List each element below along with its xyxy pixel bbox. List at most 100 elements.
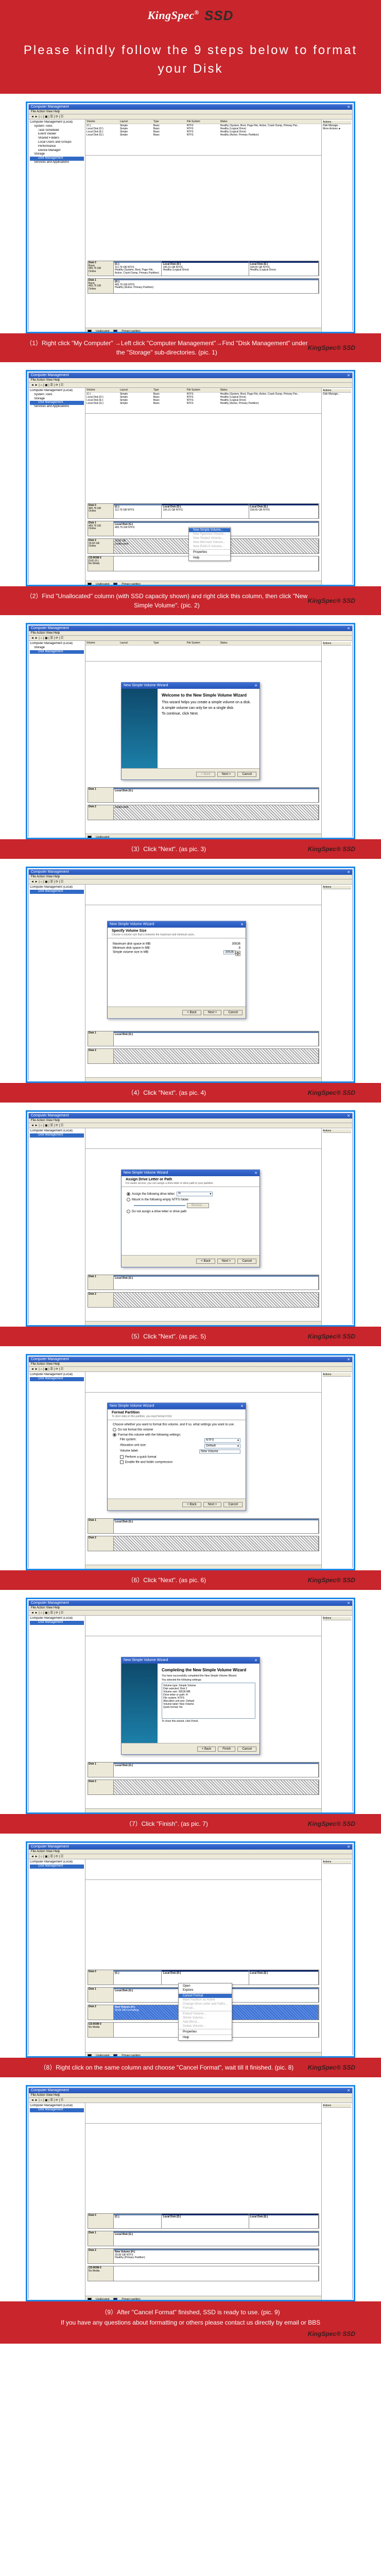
tree-task-scheduler[interactable]: Task Scheduler [30,129,84,133]
next-button[interactable]: Next > [217,1259,236,1264]
close-icon[interactable]: ✕ [347,374,350,378]
screenshot-7: Computer Management✕ File Action View He… [26,1598,355,1814]
back-button[interactable]: < Back [196,1259,215,1264]
window-toolbar[interactable]: ◄ ► | ⌂ | ▣ | ☰ | ⟳ | ☷ [29,114,352,120]
screenshot-8: Computer Management✕ File Action View He… [26,1841,355,2058]
col-fs[interactable]: File System [187,120,220,123]
next-button[interactable]: Next > [203,1010,222,1015]
vl-cell[interactable]: Local Disk (G:) [86,133,120,137]
cancel-button[interactable]: Cancel [237,1259,256,1264]
screenshot-9: Computer Management✕ File Action View He… [26,2085,355,2301]
wizard-sidebar-image [122,1664,158,1743]
volume-label-input[interactable]: New Volume [199,1450,240,1454]
window-titlebar: Computer Management ✕ [29,105,352,110]
tree-storage[interactable]: Storage [30,152,84,157]
footer-contact: If you have any questions about formatti… [15,2319,366,2326]
radio-assign-letter[interactable] [127,1192,130,1196]
tree-root[interactable]: Computer Management (Local) [30,121,84,125]
caption-1: （1）Right click "My Computer" →Left click… [0,333,381,362]
context-menu[interactable]: Open Explore Cancel Format Mark Partitio… [178,1983,232,2041]
next-button[interactable]: Next > [217,772,236,777]
filesystem-select[interactable]: NTFS▾ [204,1438,240,1443]
next-button[interactable]: Next > [203,1502,222,1507]
close-icon[interactable]: ✕ [347,1845,350,1849]
close-icon[interactable]: ✕ [254,684,257,688]
screenshot-4: Computer Management✕ File Action View He… [26,867,355,1083]
close-icon[interactable]: ✕ [347,2089,350,2093]
window-menu[interactable]: File Action View Help [29,110,352,114]
tree-system-tools[interactable]: System Tools [30,125,84,129]
spin-down-icon[interactable]: ▼ [235,954,240,956]
back-button[interactable]: < Back [182,1010,201,1015]
close-icon[interactable]: ✕ [240,923,244,927]
chevron-down-icon: ▾ [237,1439,239,1443]
screenshot-3: Computer Management✕ File Action View He… [26,623,355,839]
close-icon[interactable]: ✕ [254,1658,257,1663]
tree-event-viewer[interactable]: Event Viewer [30,132,84,137]
wizard-size: New Simple Volume Wizard✕ Specify Volume… [107,921,246,1019]
ctx-new-simple-volume[interactable]: New Simple Volume... [189,528,230,532]
footer: （9）After "Cancel Format" finished, SSD i… [0,2301,381,2344]
screenshot-5: Computer Management✕ File Action View He… [26,1110,355,1327]
tree-local-users[interactable]: Local Users and Groups [30,141,84,145]
tree-services-apps[interactable]: Services and Applications [30,161,84,165]
cancel-button[interactable]: Cancel [237,772,256,777]
tree-device-manager[interactable]: Device Manager [30,149,84,153]
step-6: Computer Management✕ File Action View He… [0,1346,381,1570]
radio-mount-folder[interactable] [127,1198,130,1201]
col-type[interactable]: Type [153,120,187,123]
quick-format-checkbox[interactable] [120,1455,124,1459]
close-icon[interactable]: ✕ [347,1114,350,1118]
disk-0-row[interactable]: Disk 0Basic465.76 GBOnline (C:)111.79 GB… [88,261,319,276]
context-menu[interactable]: New Simple Volume... New Spanned Volume.… [188,527,231,561]
cancel-button[interactable]: Cancel [237,1747,256,1752]
caption-brand: KingSpec® SSD [308,344,355,351]
close-icon[interactable]: ✕ [347,870,350,874]
col-layout[interactable]: Layout [120,120,153,123]
browse-button: Browse... [187,1203,209,1208]
caption-5: （5）Click "Next". (as pic. 5) KingSpec® S… [0,1327,381,1346]
close-icon[interactable]: ✕ [254,1171,257,1175]
wizard-sidebar-image [122,689,158,768]
tree-disk-management[interactable]: Disk Management [30,157,84,161]
back-button[interactable]: < Back [182,1502,201,1507]
caption-6: （6）Click "Next". (as pic. 6) KingSpec® S… [0,1570,381,1590]
compression-checkbox[interactable] [120,1461,124,1464]
finish-button[interactable]: Finish [218,1747,235,1752]
close-icon[interactable]: ✕ [347,626,350,631]
caption-3: （3）Click "Next". (as pic. 3) KingSpec® S… [0,839,381,859]
cancel-button[interactable]: Cancel [223,1010,243,1015]
col-volume[interactable]: Volume [86,120,120,123]
allocation-select[interactable]: Default▾ [204,1444,240,1449]
step-5: Computer Management✕ File Action View He… [0,1103,381,1327]
step-3: Computer Management✕ File Action View He… [0,615,381,839]
back-button: < Back [196,772,215,777]
tree-performance[interactable]: Performance [30,145,84,149]
close-icon[interactable]: ✕ [347,105,350,109]
screenshot-6: Computer Management✕ File Action View He… [26,1354,355,1570]
disk-1-row[interactable]: Disk 1Basic465.76 GBOnline (G:)465.76 GB… [88,278,319,294]
main-title: Please kindly follow the 9 steps below t… [0,31,381,94]
radio-format[interactable] [113,1433,116,1437]
legend: Unallocated Primary partition [85,328,321,333]
radio-no-letter[interactable] [127,1210,130,1213]
caption-2: （2）Find "Unallocated" column (with SSD c… [0,586,381,615]
caption-4: （4）Click "Next". (as pic. 4) KingSpec® S… [0,1083,381,1103]
cancel-button[interactable]: Cancel [223,1502,243,1507]
back-button[interactable]: < Back [197,1747,216,1752]
volume-list[interactable]: Volume Layout Type File System Status (C… [85,120,321,156]
volume-size-input[interactable]: 30536 [223,951,235,955]
close-icon[interactable]: ✕ [240,1404,244,1409]
close-icon[interactable]: ✕ [347,1358,350,1362]
drive-letter-select[interactable]: H▾ [177,1192,213,1196]
summary-list[interactable]: Volume type: Simple Volume Disk selected… [162,1683,255,1719]
screenshot-2: Computer Management✕ File Action View He… [26,370,355,586]
tree-pane[interactable]: Computer Management (Local) System Tools… [29,120,85,333]
close-icon[interactable]: ✕ [347,1601,350,1605]
ctx-cancel-format[interactable]: Cancel Format [179,1994,232,1998]
col-status[interactable]: Status [220,120,320,123]
tree-shared-folders[interactable]: Shared Folders [30,137,84,141]
step-1: Computer Management ✕ File Action View H… [0,94,381,333]
wizard-letter: New Simple Volume Wizard✕ Assign Drive L… [121,1170,260,1267]
radio-no-format[interactable] [113,1428,116,1432]
